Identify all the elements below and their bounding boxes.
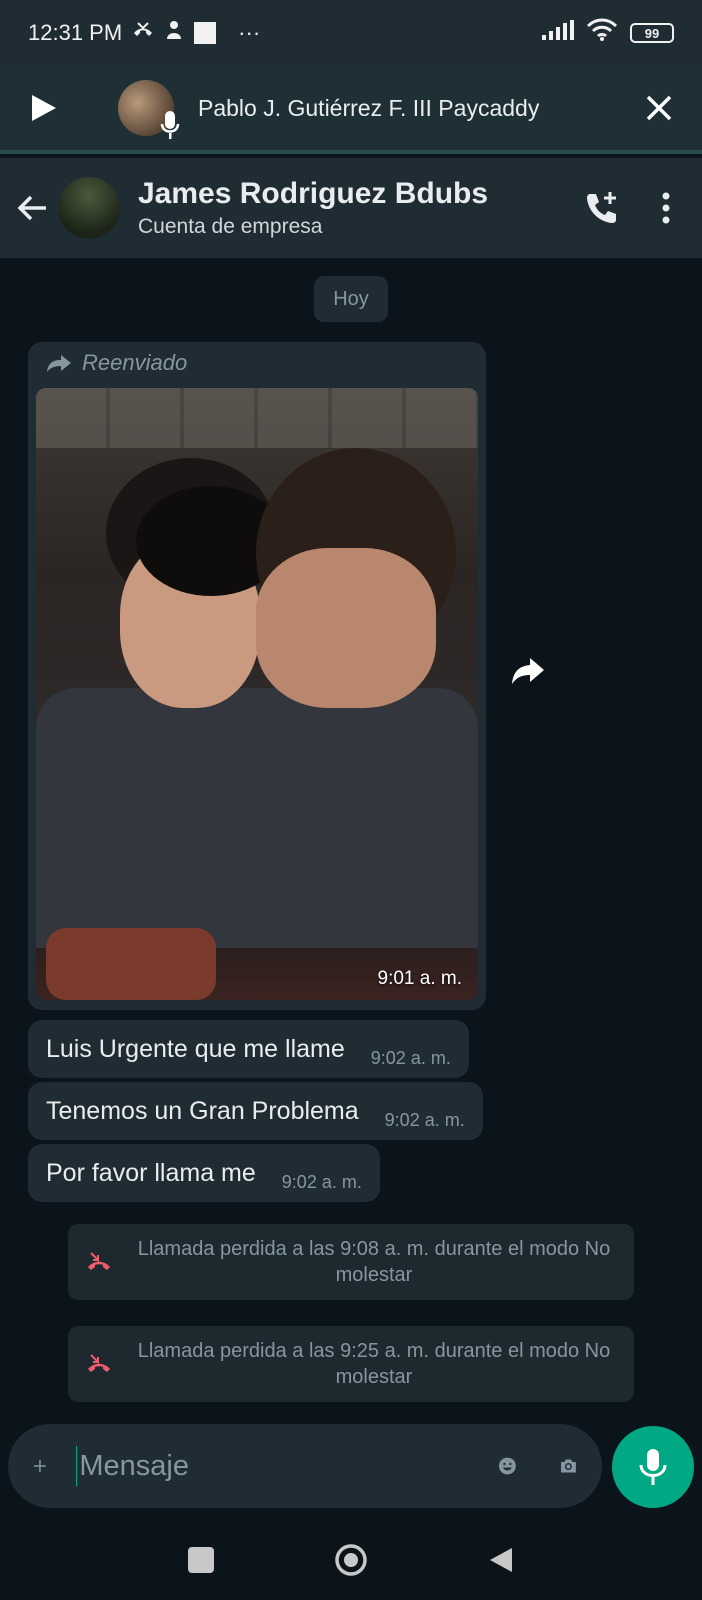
missed-call-card[interactable]: Llamada perdida a las 9:25 a. m. durante… [68,1326,634,1402]
photo-timestamp: 9:01 a. m. [377,968,463,989]
status-bar: 12:31 PM ··· 99 [0,0,702,66]
message-bubble[interactable]: Por favor llama me 9:02 a. m. [28,1144,380,1202]
contact-subtitle: Cuenta de empresa [138,215,323,238]
microphone-icon [639,1449,667,1485]
photo-person-man [256,548,436,708]
photo-wall [36,388,478,448]
forwarded-text: Reenviado [82,350,188,375]
notification-icon [164,19,184,47]
more-options-icon[interactable] [646,188,686,228]
clock: 12:31 PM [28,20,123,45]
contact-name: James Rodriguez Bdubs [138,177,489,210]
message-time: 9:02 a. m. [281,1171,362,1192]
more-indicator: ··· [238,20,261,45]
message-text: Luis Urgente que me llame [46,1034,345,1063]
share-forward-icon[interactable] [506,648,550,692]
recents-button[interactable] [188,1547,214,1573]
text-cursor [75,1446,78,1486]
add-call-icon[interactable] [582,188,622,228]
contact-info[interactable]: James Rodriguez Bdubs Cuenta de empresa [138,177,548,239]
message-text: Por favor llama me [46,1158,256,1187]
back-arrow-icon[interactable] [16,191,50,225]
missed-call-icon [88,1252,110,1270]
audio-title: Pablo J. Gutiérrez F. III Paycaddy [198,94,540,121]
camera-icon[interactable] [559,1447,578,1485]
voice-record-button[interactable] [612,1426,694,1508]
attach-plus-icon[interactable] [32,1450,48,1482]
photo-food [46,928,216,1000]
message-time: 9:02 a. m. [384,1109,465,1130]
play-icon[interactable] [28,93,58,123]
message-bubble[interactable]: Tenemos un Gran Problema 9:02 a. m. [28,1082,483,1140]
square-icon [194,22,217,44]
message-input[interactable] [79,1449,457,1483]
signal-icon [542,20,574,46]
contact-avatar[interactable] [58,177,120,239]
missed-call-icon [88,1354,110,1372]
message-text: Tenemos un Gran Problema [46,1096,359,1125]
photo-bodies [36,688,478,948]
forwarded-label: Reenviado [46,350,187,376]
microphone-icon [160,111,180,139]
missed-call-text: Llamada perdida a las 9:25 a. m. durante… [137,1340,611,1388]
battery-icon: 99 [630,23,674,43]
system-nav-bar [0,1520,702,1600]
wifi-icon [586,18,618,48]
missed-call-icon [132,21,154,45]
message-composer [8,1424,602,1508]
message-bubble[interactable]: Luis Urgente que me llame 9:02 a. m. [28,1020,469,1078]
chat-header: James Rodriguez Bdubs Cuenta de empresa [0,158,702,258]
message-time: 9:02 a. m. [370,1047,451,1068]
photo[interactable]: 9:01 a. m. [36,388,478,1000]
date-pill: Hoy [314,276,388,322]
forwarded-photo-message[interactable]: Reenviado 9:01 a. m. [28,342,486,1010]
status-right: 99 [542,18,674,48]
forward-icon [47,355,71,372]
audio-player-bar[interactable]: Pablo J. Gutiérrez F. III Paycaddy [0,66,702,154]
status-left: 12:31 PM ··· [28,19,260,47]
missed-call-text: Llamada perdida a las 9:08 a. m. durante… [137,1238,611,1286]
emoji-icon[interactable] [498,1447,517,1485]
chat-area: Hoy Reenviado 9:01 a. m. Luis Urgente qu… [0,258,702,1428]
missed-call-card[interactable]: Llamada perdida a las 9:08 a. m. durante… [68,1224,634,1300]
home-button[interactable] [334,1543,368,1577]
audio-sender-avatar [118,80,180,139]
close-icon[interactable] [644,93,674,123]
back-button[interactable] [488,1546,514,1574]
